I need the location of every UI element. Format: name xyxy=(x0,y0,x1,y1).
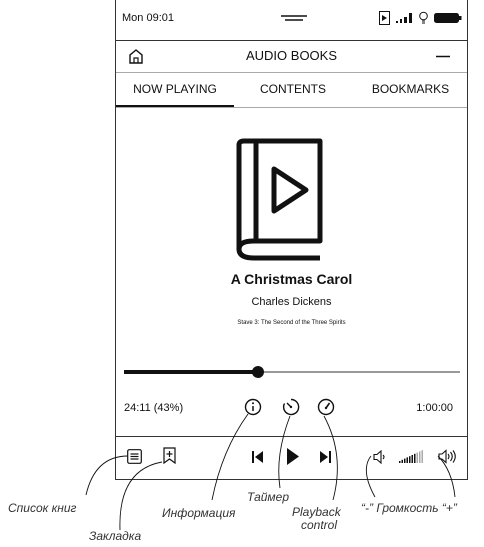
label-volume: “-” Громкость “+” xyxy=(361,501,457,515)
label-info: Информация xyxy=(162,506,236,520)
label-playback-control-2: control xyxy=(301,518,338,532)
label-timer: Таймер xyxy=(247,490,289,504)
callout-lines xyxy=(85,413,456,531)
label-book-list: Список книг xyxy=(8,501,77,515)
label-playback-control-1: Playback xyxy=(292,505,341,519)
label-bookmark: Закладка xyxy=(89,529,142,543)
